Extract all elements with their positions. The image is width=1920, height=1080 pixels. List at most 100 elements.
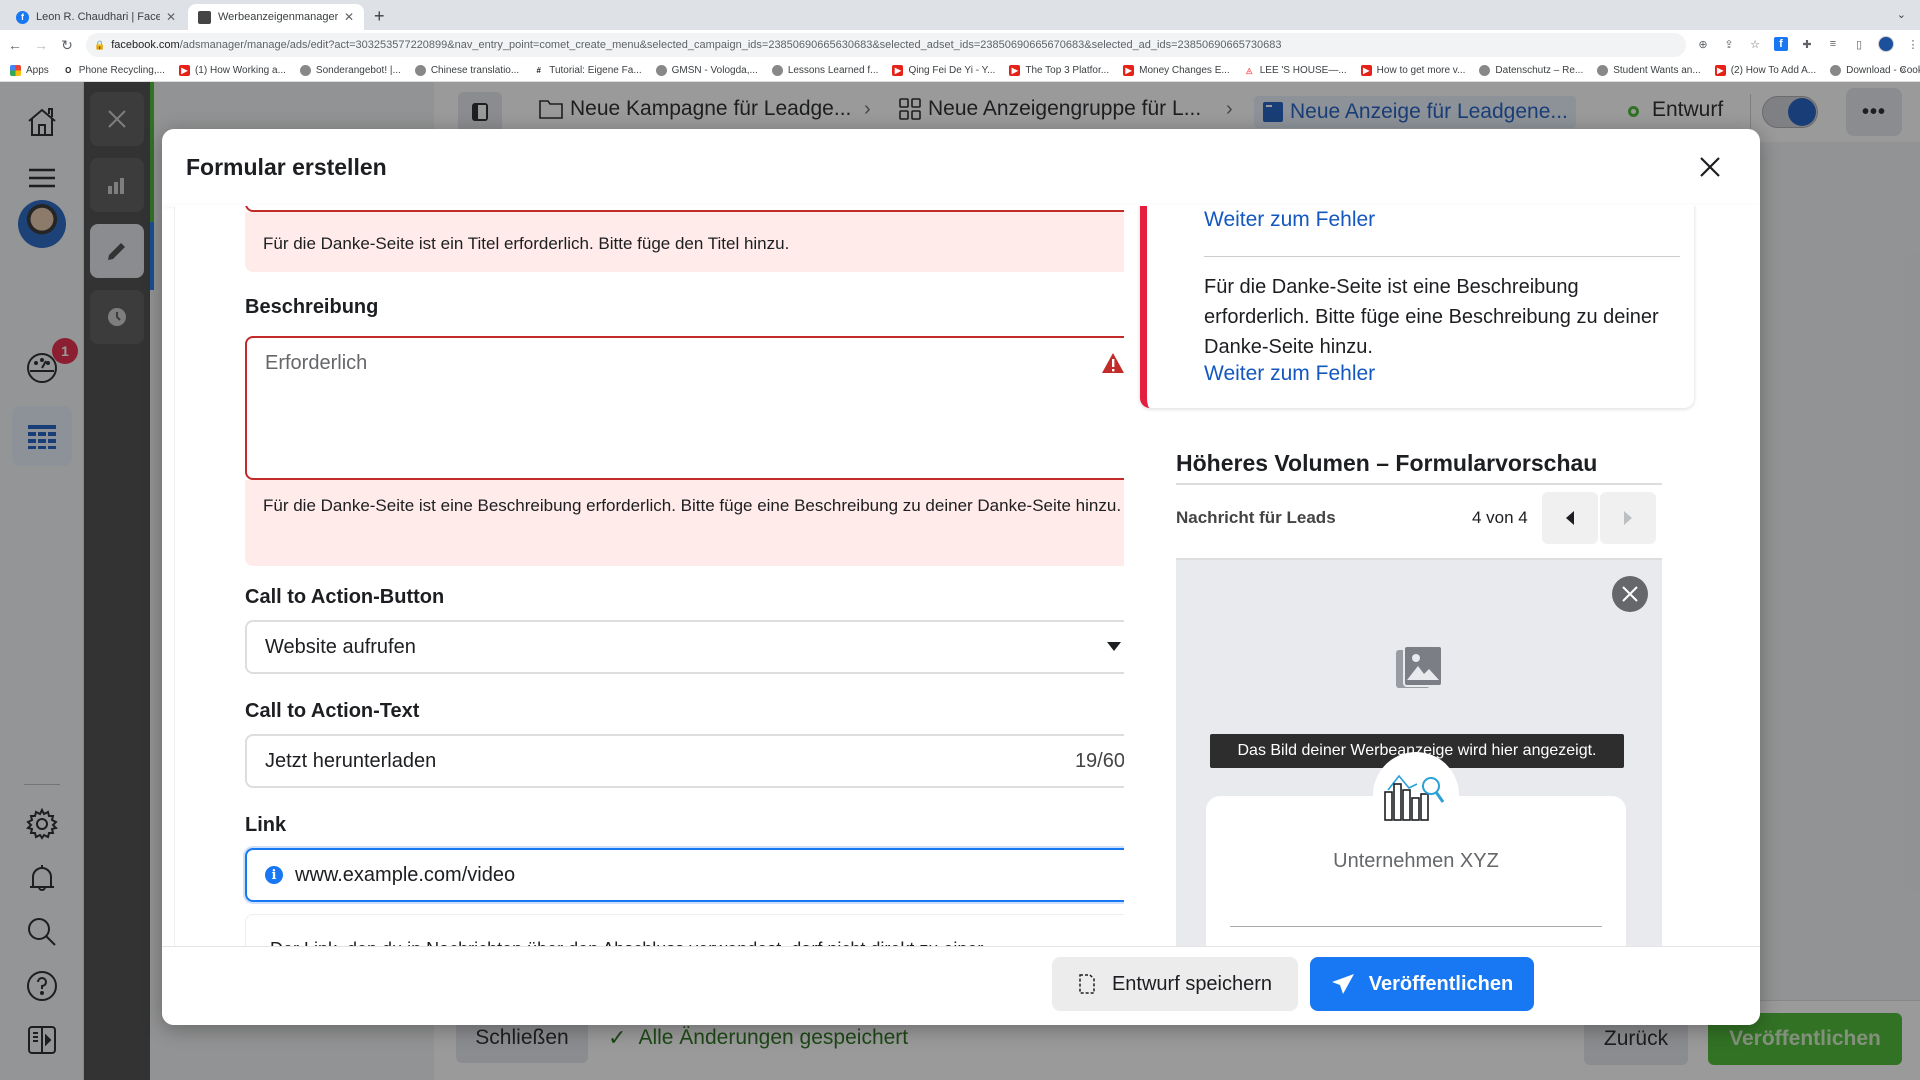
facebook-icon: f xyxy=(16,10,29,24)
form-editor[interactable]: Für die Danke-Seite ist ein Titel erford… xyxy=(174,206,1143,946)
publish-button[interactable]: Veröffentlichen xyxy=(1310,957,1534,1011)
bookmark-label: LEE 'S HOUSE—... xyxy=(1259,65,1347,76)
bookmark-label: Qing Fei De Yi - Y... xyxy=(908,65,996,76)
bookmark-star-icon[interactable]: ☆ xyxy=(1748,37,1762,51)
url-host: facebook.com xyxy=(111,39,180,51)
extensions-puzzle-icon[interactable]: ✚ xyxy=(1800,37,1814,51)
site-icon xyxy=(414,65,426,76)
bookmark-item[interactable]: Download - Cooki... xyxy=(1830,65,1920,76)
save-draft-label: Entwurf speichern xyxy=(1111,972,1273,995)
bookmarks-bar: Apps O Phone Recycling,... ▶ (1) How Working… xyxy=(0,60,1920,82)
share-icon[interactable]: ⇪ xyxy=(1722,37,1736,51)
description-textarea[interactable]: Erforderlich xyxy=(245,336,1143,480)
bookmark-item[interactable]: ▶ How to get more v... xyxy=(1360,65,1466,76)
preview-close-button[interactable] xyxy=(1612,576,1648,612)
cta-text-value: Jetzt herunterladen xyxy=(265,749,437,772)
bookmark-item[interactable]: ▶ Qing Fei De Yi - Y... xyxy=(892,65,995,76)
close-tab-icon[interactable]: ✕ xyxy=(166,10,176,24)
info-icon: i xyxy=(265,866,283,884)
sidepanel-icon[interactable]: ▯ xyxy=(1852,37,1866,51)
warning-icon xyxy=(1102,353,1124,373)
new-tab-button[interactable]: + xyxy=(374,6,385,27)
go-to-error-link[interactable]: Weiter zum Fehler xyxy=(1204,208,1375,232)
dialog-footer: Entwurf speichern Veröffentlichen xyxy=(162,946,1760,1025)
bookmark-label: Datenschutz – Re... xyxy=(1495,65,1584,76)
draft-document-icon xyxy=(1079,974,1095,994)
bookmark-label: How to get more v... xyxy=(1376,65,1466,76)
preview-title: Höheres Volumen – Formularvorschau xyxy=(1176,450,1598,476)
bookmark-label: Sonderangebot! |... xyxy=(315,65,401,76)
title-error-message: Für die Danke-Seite ist ein Titel erford… xyxy=(245,212,1143,272)
bookmark-item[interactable]: GMSN - Vologda,... xyxy=(655,65,758,76)
bookmark-label: Student Wants an... xyxy=(1613,65,1701,76)
bookmark-item[interactable]: # Tutorial: Eigene Fa... xyxy=(533,65,642,76)
link-label: Link xyxy=(245,814,287,836)
close-dialog-button[interactable] xyxy=(1694,151,1726,183)
character-counter: 19/60 xyxy=(1074,750,1125,772)
bookmark-item[interactable]: Sonderangebot! |... xyxy=(299,65,401,76)
form-preview: Das Bild deiner Werbeanzeige wird hier a… xyxy=(1176,558,1662,946)
create-form-dialog: Formular erstellen Für die Danke-Seite i… xyxy=(162,129,1760,1025)
close-tab-icon[interactable]: ✕ xyxy=(344,10,354,24)
cta-text-label: Call to Action-Text xyxy=(245,700,420,722)
bookmark-item[interactable]: Datenschutz – Re... xyxy=(1479,65,1583,76)
zoom-icon[interactable]: ⊕ xyxy=(1696,37,1710,51)
preview-next-button[interactable] xyxy=(1600,492,1656,544)
save-draft-button[interactable]: Entwurf speichern xyxy=(1052,957,1298,1011)
error-summary-message: Für die Danke-Seite ist eine Beschreibun… xyxy=(1204,276,1659,358)
preview-panel: Weiter zum Fehler Für die Danke-Seite is… xyxy=(1124,206,1760,946)
reload-icon[interactable]: ↻ xyxy=(56,37,78,54)
browser-menu-icon[interactable]: ⋮ xyxy=(1906,37,1920,51)
dialog-title: Formular erstellen xyxy=(186,154,387,180)
bookmark-item[interactable]: Chinese translatio... xyxy=(414,65,519,76)
bookmark-label: Money Changes E... xyxy=(1139,65,1230,76)
description-label: Beschreibung xyxy=(245,296,379,318)
bookmark-item[interactable]: O Phone Recycling,... xyxy=(62,65,165,76)
forward-icon[interactable]: → xyxy=(30,37,52,53)
address-bar[interactable]: 🔒 facebook.com/adsmanager/manage/ads/edi… xyxy=(86,33,1686,57)
go-to-error-link[interactable]: Weiter zum Fehler xyxy=(1204,362,1375,386)
cta-button-select[interactable]: Website aufrufen xyxy=(245,620,1143,674)
url-path: /adsmanager/manage/ads/edit?act=30325357… xyxy=(179,39,1282,51)
o2-icon: O xyxy=(62,65,74,76)
bookmark-label: (2) How To Add A... xyxy=(1730,65,1817,76)
facebook-extension-icon[interactable]: f xyxy=(1774,37,1788,51)
company-logo xyxy=(1373,752,1459,838)
youtube-icon: ▶ xyxy=(892,65,904,76)
browser-tab-facebook[interactable]: f Leon R. Chaudhari | Facebook ✕ xyxy=(6,4,186,30)
reading-list-icon[interactable]: ≡ xyxy=(1826,37,1840,51)
tab-search-icon[interactable]: ⌄ xyxy=(1897,8,1906,21)
bookmark-label: The Top 3 Platfor... xyxy=(1025,65,1110,76)
bookmark-item[interactable]: ◬ LEE 'S HOUSE—... xyxy=(1243,65,1347,76)
back-icon[interactable]: ← xyxy=(4,37,26,53)
site-icon xyxy=(299,65,311,76)
more-bookmarks-button[interactable]: » xyxy=(1900,64,1906,76)
bookmark-item[interactable]: Apps xyxy=(10,65,49,76)
analytics-logo-icon xyxy=(1384,774,1445,821)
link-input[interactable]: i www.example.com/video xyxy=(245,848,1143,902)
link-value: www.example.com/video xyxy=(295,863,516,886)
preview-page-indicator: 4 von 4 xyxy=(1472,508,1528,527)
browser-tab-adsmanager[interactable]: Werbeanzeigenmanager - Werbeanzeigen ✕ xyxy=(188,4,364,30)
browser-tab-bar: f Leon R. Chaudhari | Facebook ✕ Werbean… xyxy=(0,0,1920,30)
bookmark-item[interactable]: ▶ (1) How Working a... xyxy=(178,65,286,76)
youtube-icon: ▶ xyxy=(1360,65,1372,76)
hash-icon: # xyxy=(533,65,545,76)
caret-right-icon xyxy=(1624,511,1632,525)
dialog-body: Für die Danke-Seite ist ein Titel erford… xyxy=(162,206,1760,946)
cta-text-input[interactable]: Jetzt herunterladen 19/60 xyxy=(245,734,1143,788)
bookmark-item[interactable]: Lessons Learned f... xyxy=(771,65,878,76)
bookmark-item[interactable]: ▶ (2) How To Add A... xyxy=(1714,65,1817,76)
link-hint: Der Link, den du in Nachrichten über den… xyxy=(245,914,1143,946)
publish-label: Veröffentlichen xyxy=(1368,972,1514,995)
youtube-icon: ▶ xyxy=(178,65,190,76)
bookmark-label: (1) How Working a... xyxy=(194,65,286,76)
close-icon xyxy=(1622,586,1638,602)
image-placeholder-icon xyxy=(1396,645,1443,688)
preview-previous-button[interactable] xyxy=(1542,492,1598,544)
profile-avatar[interactable] xyxy=(1878,36,1894,52)
bookmark-item[interactable]: Student Wants an... xyxy=(1597,65,1701,76)
bookmark-label: GMSN - Vologda,... xyxy=(671,65,758,76)
bookmark-item[interactable]: ▶ The Top 3 Platfor... xyxy=(1009,65,1109,76)
bookmark-item[interactable]: ▶ Money Changes E... xyxy=(1123,65,1230,76)
